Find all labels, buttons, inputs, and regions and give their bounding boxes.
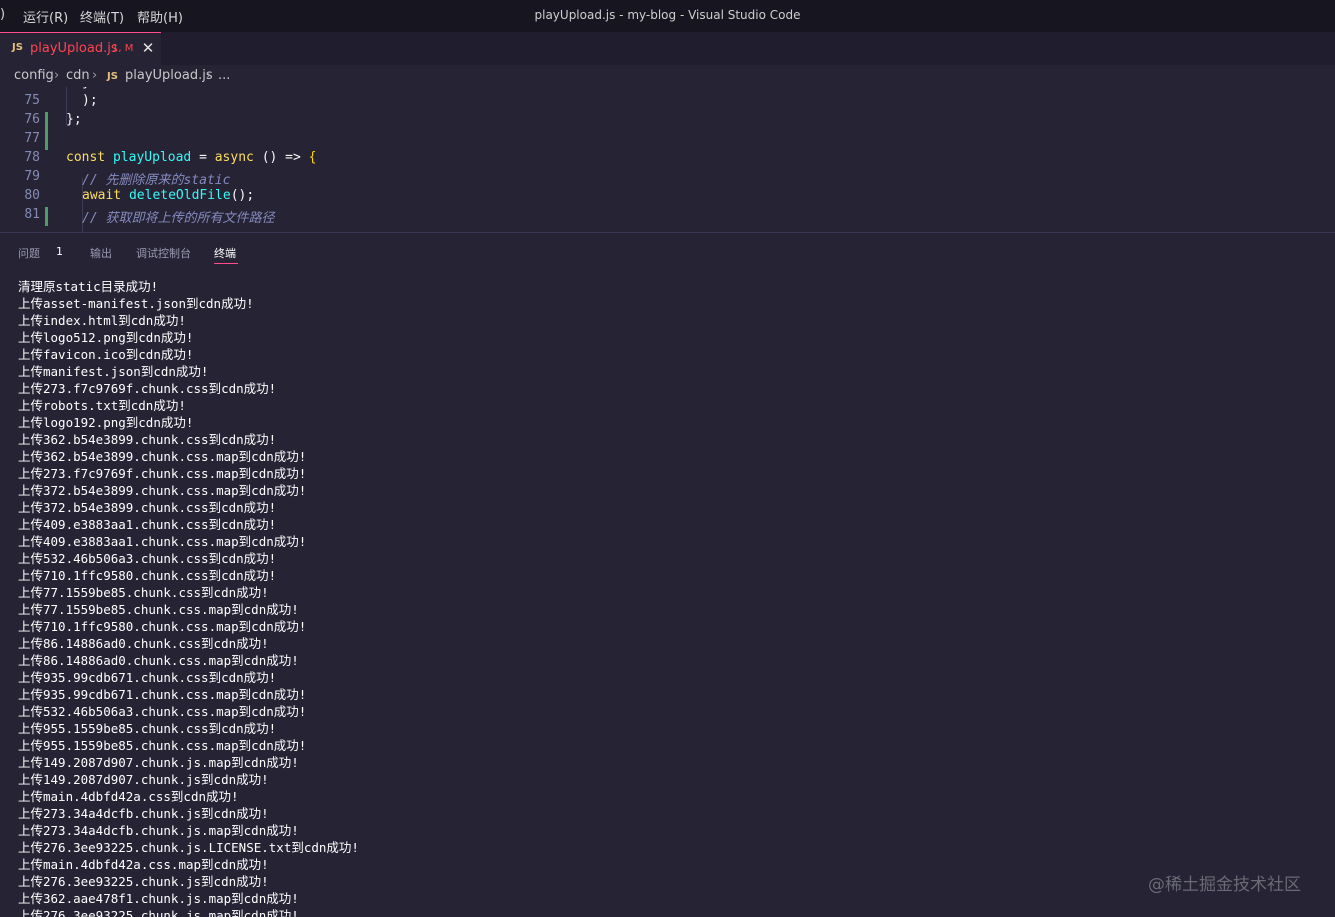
terminal-line: 上传362.aae478f1.chunk.js.map到cdn成功!	[18, 891, 299, 906]
terminal-line: 上传935.99cdb671.chunk.css.map到cdn成功!	[18, 687, 307, 702]
terminal-line: 上传710.1ffc9580.chunk.css.map到cdn成功!	[18, 619, 307, 634]
title-bar: ​) 运行(R) 终端(T) 帮助(H) playUpload.js - my-…	[0, 0, 1335, 32]
code-line: 77	[0, 131, 1335, 150]
terminal-line: 上传362.b54e3899.chunk.css.map到cdn成功!	[18, 449, 307, 464]
tab-problems[interactable]: 问题	[18, 245, 40, 261]
chevron-right-icon: ›	[54, 68, 60, 83]
code-text: };	[66, 112, 82, 127]
code-line: 76 };	[0, 112, 1335, 131]
terminal-line: 上传main.4dbfd42a.css.map到cdn成功!	[18, 857, 269, 872]
code-line: 78 const playUpload = async () => {	[0, 150, 1335, 169]
code-line: 79 // 先删除原来的static	[0, 169, 1335, 188]
terminal-line: 上传710.1ffc9580.chunk.css到cdn成功!	[18, 568, 277, 583]
code-line: 81 // 获取即将上传的所有文件路径	[0, 207, 1335, 226]
terminal-line: 上传149.2087d907.chunk.js.map到cdn成功!	[18, 755, 299, 770]
terminal-line: 上传77.1559be85.chunk.css到cdn成功!	[18, 585, 269, 600]
code-editor[interactable]: } 75 ); 76 }; 77 78 const playUpload = a…	[0, 87, 1335, 232]
terminal-line: 上传409.e3883aa1.chunk.css.map到cdn成功!	[18, 534, 307, 549]
breadcrumb-item-more[interactable]: ...	[218, 68, 230, 83]
terminal-line: 上传955.1559be85.chunk.css.map到cdn成功!	[18, 738, 307, 753]
line-number: 76	[24, 112, 40, 127]
line-number: 79	[24, 169, 40, 184]
terminal-line: 上传robots.txt到cdn成功!	[18, 398, 186, 413]
tab-label: playUpload.js	[30, 41, 118, 56]
terminal-line: 上传273.34a4dcfb.chunk.js.map到cdn成功!	[18, 823, 299, 838]
breadcrumb: config › cdn › JS playUpload.js › ...	[0, 65, 1335, 87]
watermark: @稀土掘金技术社区	[1148, 875, 1301, 895]
breadcrumb-item-file[interactable]: playUpload.js	[125, 68, 213, 83]
editor-tab-bar: JS playUpload.js 1, M ✕	[0, 32, 1335, 65]
terminal-line: 上传362.b54e3899.chunk.css到cdn成功!	[18, 432, 277, 447]
chevron-right-icon: ›	[206, 68, 212, 83]
active-tab-indicator	[214, 263, 238, 264]
terminal-line: 上传955.1559be85.chunk.css到cdn成功!	[18, 721, 277, 736]
tab-terminal[interactable]: 终端	[214, 245, 236, 261]
terminal-line: 上传manifest.json到cdn成功!	[18, 364, 209, 379]
tab-playupload[interactable]: JS playUpload.js 1, M ✕	[0, 32, 161, 65]
terminal-line: 上传273.f7c9769f.chunk.css到cdn成功!	[18, 381, 277, 396]
chevron-right-icon: ›	[92, 68, 98, 83]
terminal-line: 上传logo512.png到cdn成功!	[18, 330, 194, 345]
problems-count-badge: 1	[56, 245, 63, 258]
line-number: 75	[24, 93, 40, 108]
line-number: 81	[24, 207, 40, 222]
close-icon[interactable]: ✕	[141, 39, 155, 57]
terminal-line: 上传main.4dbfd42a.css到cdn成功!	[18, 789, 239, 804]
terminal-line: 上传77.1559be85.chunk.css.map到cdn成功!	[18, 602, 299, 617]
terminal-line: 清理原static目录成功!	[18, 279, 159, 294]
code-text: await deleteOldFile();	[82, 188, 255, 203]
terminal-line: 上传372.b54e3899.chunk.css到cdn成功!	[18, 500, 277, 515]
js-file-icon: JS	[107, 71, 118, 82]
tab-output[interactable]: 输出	[90, 245, 112, 261]
terminal-line: 上传favicon.ico到cdn成功!	[18, 347, 194, 362]
terminal-line: 上传935.99cdb671.chunk.css到cdn成功!	[18, 670, 277, 685]
terminal-line: 上传86.14886ad0.chunk.css.map到cdn成功!	[18, 653, 299, 668]
code-line: 75 );	[0, 93, 1335, 112]
tab-debug-console[interactable]: 调试控制台	[136, 245, 191, 261]
terminal-line: 上传276.3ee93225.chunk.js.LICENSE.txt到cdn成…	[18, 840, 359, 855]
breadcrumb-item-config[interactable]: config	[14, 68, 54, 83]
terminal-line: 上传276.3ee93225.chunk.js.map到cdn成功!	[18, 908, 299, 917]
terminal-line: 上传86.14886ad0.chunk.css到cdn成功!	[18, 636, 269, 651]
terminal-line: 上传372.b54e3899.chunk.css.map到cdn成功!	[18, 483, 307, 498]
terminal-line: 上传532.46b506a3.chunk.css到cdn成功!	[18, 551, 277, 566]
code-comment: // 获取即将上传的所有文件路径	[82, 211, 275, 226]
code-line: 80 await deleteOldFile();	[0, 188, 1335, 207]
terminal-line: 上传273.34a4dcfb.chunk.js到cdn成功!	[18, 806, 269, 821]
window-title: playUpload.js - my-blog - Visual Studio …	[534, 8, 801, 22]
code-text: );	[82, 93, 98, 108]
line-number: 77	[24, 131, 40, 146]
js-file-icon: JS	[12, 42, 23, 53]
terminal-line: 上传logo192.png到cdn成功!	[18, 415, 194, 430]
code-text: const playUpload = async () => {	[66, 150, 317, 165]
terminal-line: 上传276.3ee93225.chunk.js到cdn成功!	[18, 874, 269, 889]
terminal-line: 上传409.e3883aa1.chunk.css到cdn成功!	[18, 517, 277, 532]
terminal-line: 上传273.f7c9769f.chunk.css.map到cdn成功!	[18, 466, 307, 481]
terminal-output[interactable]: 清理原static目录成功! 上传asset-manifest.json到cdn成…	[18, 278, 1318, 917]
breadcrumb-item-cdn[interactable]: cdn	[66, 68, 90, 83]
terminal-line: 上传149.2087d907.chunk.js到cdn成功!	[18, 772, 269, 787]
terminal-line: 上传index.html到cdn成功!	[18, 313, 186, 328]
tab-status-badge: 1, M	[112, 43, 134, 54]
terminal-line: 上传asset-manifest.json到cdn成功!	[18, 296, 254, 311]
code-comment: // 先删除原来的static	[82, 173, 231, 188]
terminal-line: 上传532.46b506a3.chunk.css.map到cdn成功!	[18, 704, 307, 719]
line-number: 78	[24, 150, 40, 165]
line-number: 80	[24, 188, 40, 203]
